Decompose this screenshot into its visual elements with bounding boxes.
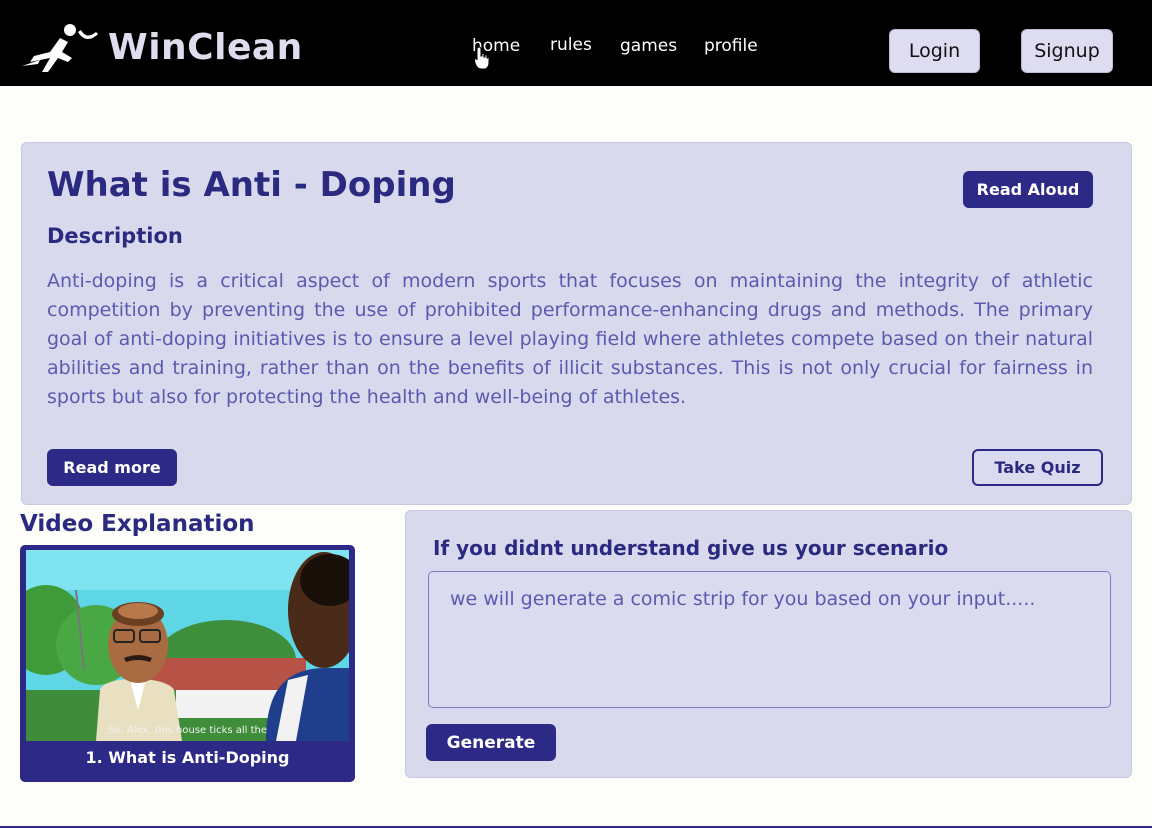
scenario-heading: If you didnt understand give us your sce…: [433, 536, 949, 560]
description-heading: Description: [47, 224, 183, 248]
top-navbar: WinClean home rules games profile Login …: [0, 0, 1152, 86]
description-text: Anti-doping is a critical aspect of mode…: [47, 270, 1093, 408]
scenario-input[interactable]: [428, 571, 1111, 708]
brand-logo[interactable]: WinClean: [20, 22, 303, 74]
signup-button[interactable]: Signup: [1021, 29, 1113, 73]
anti-doping-card: What is Anti - Doping Read Aloud Descrip…: [21, 142, 1132, 505]
scenario-panel: If you didnt understand give us your sce…: [405, 510, 1132, 778]
nav-rules[interactable]: rules: [550, 35, 592, 55]
video-thumbnail[interactable]: So, Alex, this house ticks all the: [26, 550, 349, 741]
video-subtitle: So, Alex, this house ticks all the: [107, 725, 268, 736]
nav-profile[interactable]: profile: [704, 36, 758, 56]
page-title: What is Anti - Doping: [47, 165, 456, 205]
nav-games[interactable]: games: [620, 36, 677, 56]
hand-pointer-icon: [474, 46, 490, 70]
read-aloud-button[interactable]: Read Aloud: [963, 171, 1093, 208]
runner-logo-icon: [22, 24, 98, 72]
video-scene-image: [26, 550, 349, 741]
read-more-button[interactable]: Read more: [47, 449, 177, 486]
take-quiz-button[interactable]: Take Quiz: [972, 449, 1103, 486]
video-card[interactable]: So, Alex, this house ticks all the 1. Wh…: [20, 545, 355, 782]
video-heading: Video Explanation: [20, 511, 255, 537]
login-button[interactable]: Login: [889, 29, 980, 73]
brand-name: WinClean: [108, 26, 303, 68]
generate-button[interactable]: Generate: [426, 724, 556, 761]
video-caption: 1. What is Anti-Doping: [85, 748, 290, 767]
